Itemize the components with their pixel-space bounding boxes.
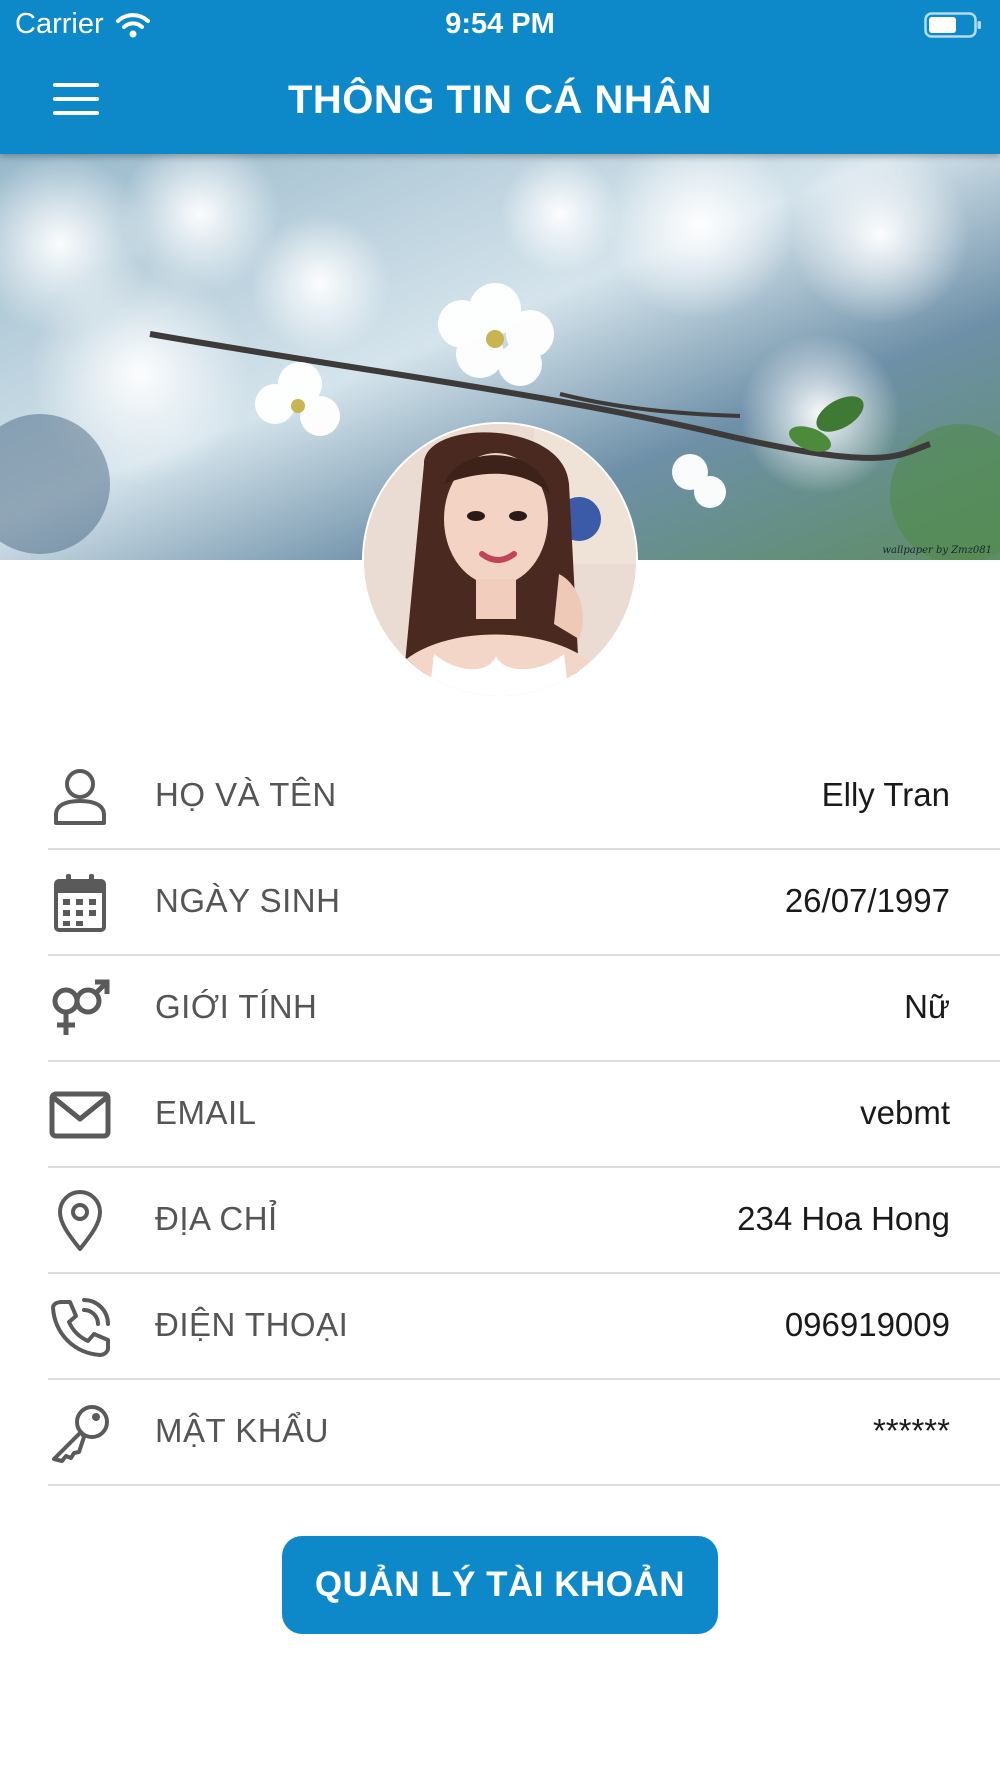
row-gender[interactable]: GIỚI TÍNH Nữ xyxy=(48,956,1000,1062)
status-time: 9:54 PM xyxy=(445,8,555,40)
calendar-icon xyxy=(48,872,112,934)
full-name-label: HỌ VÀ TÊN xyxy=(155,776,337,813)
address-label: ĐỊA CHỈ xyxy=(155,1200,278,1237)
cover-credit: wallpaper by Zmz081 xyxy=(882,545,992,556)
email-label: EMAIL xyxy=(155,1094,257,1131)
top-bar: Carrier 9:54 PM THÔNG TIN CÁ NHÂN xyxy=(0,0,1000,154)
full-name-value: Elly Tran xyxy=(821,776,950,813)
row-email[interactable]: EMAIL vebmt xyxy=(48,1062,1000,1168)
gender-value: Nữ xyxy=(904,988,950,1025)
gender-icon xyxy=(48,978,112,1040)
profile-info-list: HỌ VÀ TÊN Elly Tran NGÀY SINH 26/07/1997 xyxy=(0,744,1000,1486)
status-bar: Carrier 9:54 PM xyxy=(0,0,1000,50)
row-full-name[interactable]: HỌ VÀ TÊN Elly Tran xyxy=(48,744,1000,850)
avatar[interactable] xyxy=(364,424,636,696)
row-address[interactable]: ĐỊA CHỈ 234 Hoa Hong xyxy=(48,1168,1000,1274)
password-value: ****** xyxy=(872,1412,950,1449)
manage-account-button[interactable]: QUẢN LÝ TÀI KHOẢN xyxy=(282,1536,718,1634)
mail-icon xyxy=(48,1084,112,1146)
address-value: 234 Hoa Hong xyxy=(737,1200,950,1237)
user-icon xyxy=(48,766,112,828)
key-icon xyxy=(48,1402,112,1464)
row-phone[interactable]: ĐIỆN THOẠI 096919009 xyxy=(48,1274,1000,1380)
row-password[interactable]: MẬT KHẨU ****** xyxy=(48,1380,1000,1486)
email-value: vebmt xyxy=(860,1094,950,1131)
phone-value: 096919009 xyxy=(784,1306,950,1343)
row-birth-date[interactable]: NGÀY SINH 26/07/1997 xyxy=(48,850,1000,956)
battery-icon xyxy=(924,12,982,38)
phone-icon xyxy=(48,1296,112,1358)
navigation-bar: THÔNG TIN CÁ NHÂN xyxy=(0,50,1000,154)
phone-label: ĐIỆN THOẠI xyxy=(155,1306,349,1343)
page-title: THÔNG TIN CÁ NHÂN xyxy=(287,78,713,122)
password-label: MẬT KHẨU xyxy=(155,1412,329,1449)
birth-date-value: 26/07/1997 xyxy=(784,882,950,919)
birth-date-label: NGÀY SINH xyxy=(155,882,341,919)
gender-label: GIỚI TÍNH xyxy=(155,988,318,1025)
location-pin-icon xyxy=(48,1190,112,1252)
